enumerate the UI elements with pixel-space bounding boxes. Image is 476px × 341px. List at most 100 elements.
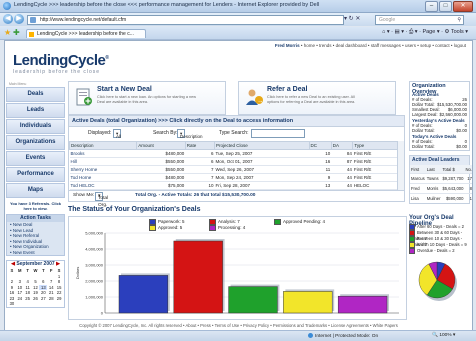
web-page: LendingCycle® leadership before the clos… [4,40,473,331]
deals-column-header[interactable]: Amount [136,141,186,150]
deal-cell: HELOC [352,181,399,190]
deal-cell: 6 [185,149,215,158]
site-tagline: leadership before the close [13,69,101,75]
svg-text:→: → [257,99,263,105]
task-new-event[interactable]: • New Event [7,250,64,256]
y-tick-label: 1,000,000 [85,295,104,300]
deal-cell: Mon, Oct 01, 2007 [214,157,310,166]
minimize-button[interactable]: – [425,1,438,12]
page-footer: Copyright © 2007 LendingCycle, Inc. All … [79,323,398,328]
deals-column-header[interactable]: DC [308,141,332,150]
legend-item-approved: Approved: 5 [149,225,182,231]
deal-cell: 87 [331,157,353,166]
top-links[interactable]: Fred Morris • home • trends • deal dashb… [275,43,466,48]
close-button[interactable]: ✕ [453,1,473,12]
deals-column-header[interactable]: DA [330,141,354,150]
add-favorites-icon[interactable]: ✚ [13,28,20,37]
favorites-star-icon[interactable]: ★ [4,28,11,37]
deals-scrollbar[interactable] [397,141,404,190]
forward-icon[interactable]: ▶ [14,14,24,24]
action-tasks-panel: Action Tasks • New Deal • New Lead • New… [6,214,65,256]
deal-cell: 7 [185,165,215,174]
back-icon[interactable]: ◀ [3,14,13,24]
deals-table-wrap: Description Amount Rate Projected Close DC DA… [68,141,405,191]
zoom-level[interactable]: 🔍 100% ▾ [432,333,455,338]
y-tick-label: 4,000,000 [85,247,104,252]
deal-row[interactable]: Tod HELOC $75,000 10 Fri, Sep 28, 2007 13 44 H… [69,181,399,190]
deal-row[interactable]: Brooks $480,000 6 Tue, Sep 25, 2007 10 84 Firs… [69,149,399,158]
leader-cell: Lisa [410,193,426,203]
nav-item-deals[interactable]: Deals [6,87,65,102]
command-bar[interactable]: ⌂ ▾ · ▤ ▾ · ⎙ ▾ · Page ▾ · ⚙ Tools ▾ [382,29,468,36]
deals-totals-bar: Show Me: Total Org. ▾ Total Org. - Activ… [68,191,405,208]
deal-cell: $480,000 [136,173,186,182]
referrals-link[interactable]: You have 3 Referrals. Click here to view… [6,201,65,211]
bar-analysis [173,240,223,314]
deal-row[interactable]: Hill $550,000 6 Mon, Oct 01, 2007 16 87 First … [69,157,399,166]
page-menu[interactable]: Page [422,29,435,35]
top-nav-links[interactable]: • home • trends • deal dashboard • staff… [301,43,466,48]
leader-row[interactable]: Marcus Towns $9,287,700 17 [410,173,472,184]
leaders-column-header: First [410,165,426,174]
search-icon[interactable]: ⚲ [457,16,461,24]
nav-item-leads[interactable]: Leads [6,103,65,118]
overview-row-label: Dollar Total: [412,144,435,149]
deal-cell: Brooks [69,149,137,158]
overview-row-label: Largest Deal: [412,112,438,117]
type-search-input[interactable] [251,129,305,138]
calendar-day [39,301,47,307]
deals-column-header[interactable]: Description [68,141,138,150]
deal-leaders-panel: Active Deal Leaders First Last Total $ No. … [409,155,472,204]
leader-row[interactable]: Lisa Muilner $590,000 1 [410,193,472,203]
search-by-select[interactable]: Description ▾ [177,129,203,139]
show-me-select[interactable]: Total Org. ▾ [95,192,108,208]
refer-deal-desc: Click here to refer a new Deal to an exi… [267,95,356,104]
site-logo[interactable]: LendingCycle® [13,52,109,69]
leader-row[interactable]: Fred Morris $5,643,000 8 [410,183,472,194]
address-input[interactable]: http://www.lendingcycle.net/default.cfm [27,15,344,25]
globe-icon [308,333,313,338]
prev-month-icon[interactable]: ◀ [11,261,15,267]
start-deal-button[interactable]: Start a New Deal Click here to start a n… [68,81,226,115]
calendar-grid: S M T W T F S 1 2 3 4 5 6 7 8 9 10 11 12 13 14 15 16 17 18 19 20 21… [7,268,64,307]
nav-item-individuals[interactable]: Individuals [6,119,65,134]
deal-cell: Wed, Sep 26, 2007 [214,165,310,174]
nav-item-performance[interactable]: Performance [6,167,65,182]
overview-row-value: $0.00 [456,144,467,149]
calendar-day [47,301,55,307]
deals-table: Description Amount Rate Projected Close DC DA… [68,141,399,190]
displayed-select[interactable]: All Deals ▾ [113,129,128,146]
browser-tab[interactable]: LendingCycle >>> leadership before the c… [26,29,146,38]
deal-cell: 16 [309,157,332,166]
window-title: LendingCycle >>> leadership before the c… [14,2,320,8]
leader-cell: $590,000 [441,193,465,203]
deal-cell: First R/E [352,157,399,166]
deals-column-header[interactable]: Rate [184,141,216,150]
pipeline-legend-item: Overdue - Deals = 2 [409,248,470,254]
search-input[interactable]: Google ⚲ [375,15,464,25]
new-deal-icon [76,88,92,106]
leaders-column-header: Total $ [441,165,465,174]
maximize-button[interactable]: □ [439,1,452,12]
deals-column-header[interactable]: Type [352,141,399,150]
next-month-icon[interactable]: ▶ [56,261,60,267]
refer-deal-button[interactable]: → Refer a Deal Click here to refer a new… [238,81,396,115]
pipeline-pie-chart [418,261,457,301]
favicon-icon [29,32,34,37]
overview-title: Organization Overview [412,83,446,95]
nav-item-events[interactable]: Events [6,151,65,166]
calendar-day[interactable]: 30 [8,301,16,307]
refresh-stop-icons[interactable]: ▾ ↻ ✕ [344,15,360,22]
deals-column-header[interactable]: Projected Close [214,141,310,150]
pipeline-title: Your Org's Deal Pipeline [409,215,454,227]
totals-text: Total Org. - Active Totals: 26 that tota… [135,193,256,198]
nav-item-organizations[interactable]: Organizations [6,135,65,150]
bar-paperwork [118,275,169,314]
overview-row-value: $2,560,000.00 [439,112,467,117]
deal-row[interactable]: Sherry Horne $550,000 7 Wed, Sep 26, 2007 11… [69,165,399,174]
deal-row[interactable]: Tod Horne $480,000 7 Mon, Sep 24, 2007 9 44 Fi… [69,173,399,182]
nav-item-maps[interactable]: Maps [6,183,65,198]
calendar-month: September 2007 [16,261,55,267]
tools-menu[interactable]: Tools [451,29,464,35]
deal-cell: $550,000 [136,165,186,174]
